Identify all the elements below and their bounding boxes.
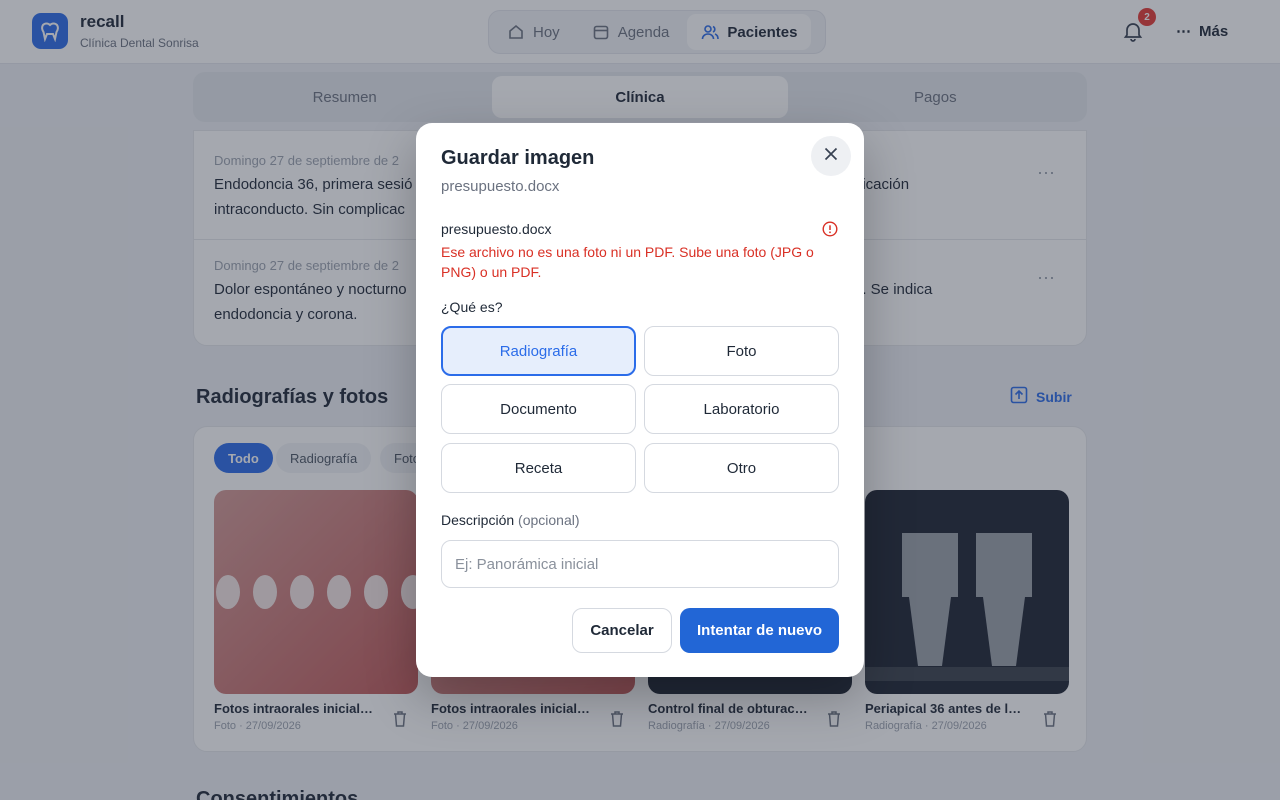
type-option-radiografia[interactable]: Radiografía	[441, 326, 636, 376]
selected-file-name: presupuesto.docx	[441, 221, 552, 237]
type-option-laboratorio[interactable]: Laboratorio	[644, 384, 839, 434]
type-option-otro[interactable]: Otro	[644, 443, 839, 493]
description-label-text: Descripción	[441, 512, 515, 528]
description-label: Descripción (opcional)	[441, 512, 580, 528]
file-error-message: Ese archivo no es una foto ni un PDF. Su…	[441, 244, 814, 280]
retry-button[interactable]: Intentar de nuevo	[680, 608, 839, 653]
type-option-foto[interactable]: Foto	[644, 326, 839, 376]
dialog-subtitle: presupuesto.docx	[441, 178, 560, 195]
optional-hint: (opcional)	[518, 512, 580, 528]
description-input[interactable]	[441, 540, 839, 588]
close-icon	[824, 147, 838, 166]
error-alert-icon	[822, 221, 838, 237]
dialog-title: Guardar imagen	[441, 147, 595, 169]
close-button[interactable]	[811, 136, 851, 176]
type-option-receta[interactable]: Receta	[441, 443, 636, 493]
cancel-button[interactable]: Cancelar	[572, 608, 672, 653]
save-image-dialog: Guardar imagen presupuesto.docx presupue…	[416, 123, 864, 677]
type-label: ¿Qué es?	[441, 299, 503, 315]
type-option-documento[interactable]: Documento	[441, 384, 636, 434]
